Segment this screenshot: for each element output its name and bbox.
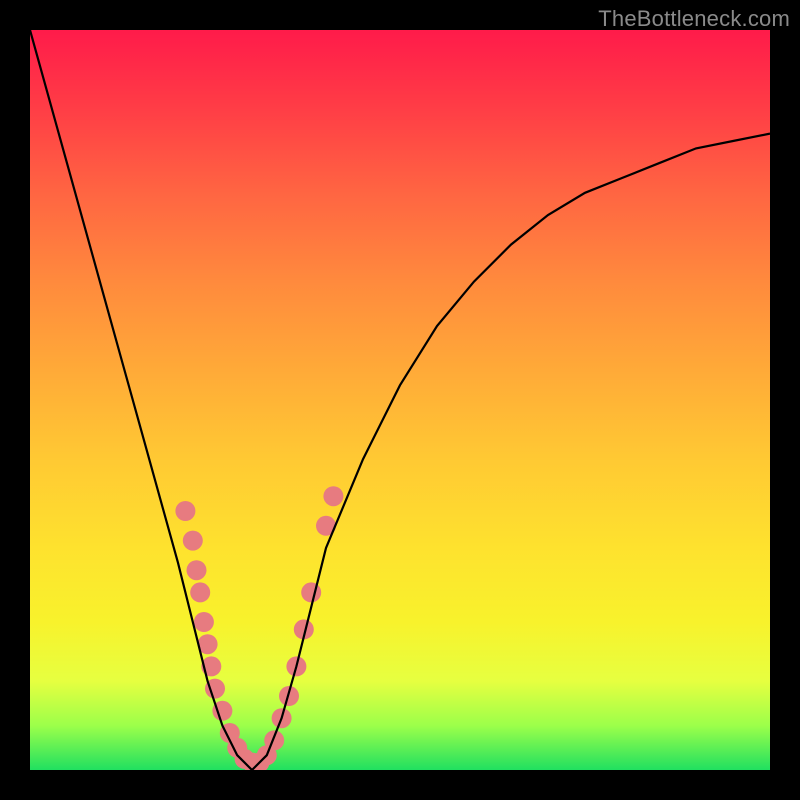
marker-dot xyxy=(175,501,195,521)
marker-dot xyxy=(323,486,343,506)
marker-dot xyxy=(264,730,284,750)
marker-group xyxy=(175,486,343,770)
marker-dot xyxy=(183,531,203,551)
watermark-text: TheBottleneck.com xyxy=(598,6,790,32)
bottleneck-curve-path xyxy=(30,30,770,770)
marker-dot xyxy=(301,582,321,602)
marker-dot xyxy=(187,560,207,580)
chart-svg xyxy=(30,30,770,770)
chart-frame: TheBottleneck.com xyxy=(0,0,800,800)
plot-area xyxy=(30,30,770,770)
marker-dot xyxy=(190,582,210,602)
marker-dot xyxy=(194,612,214,632)
